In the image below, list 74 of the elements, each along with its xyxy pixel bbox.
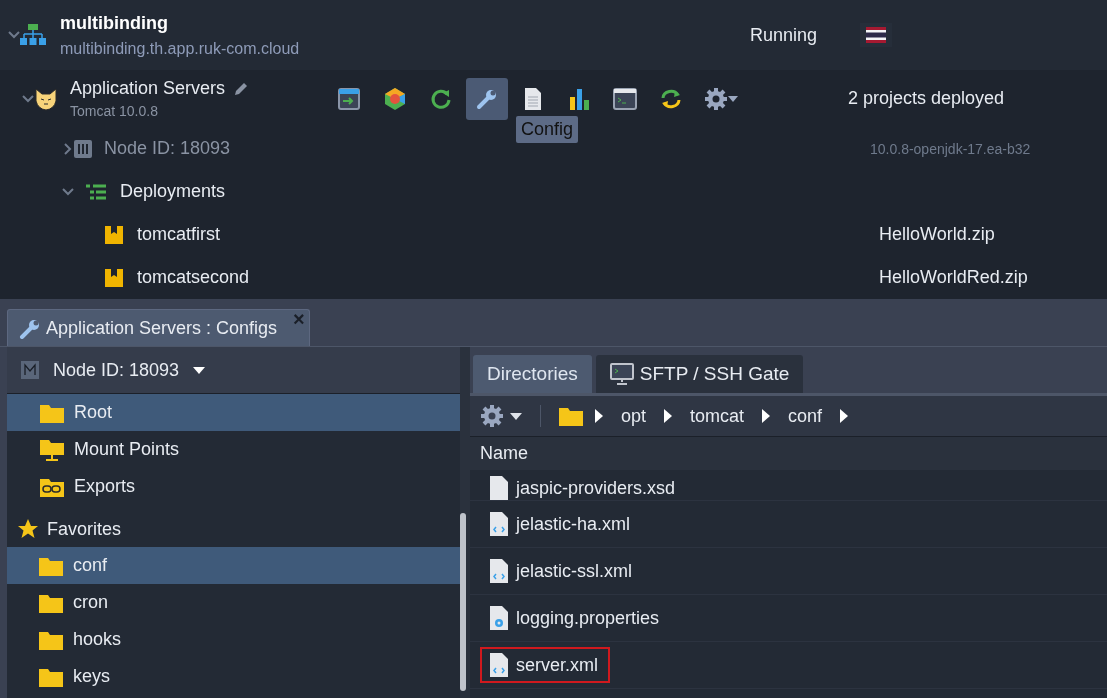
- file-icon: [490, 476, 508, 500]
- caret-icon: [193, 366, 206, 374]
- pencil-icon[interactable]: [233, 80, 250, 97]
- file-row[interactable]: jelastic-ha.xml: [480, 506, 643, 542]
- monitor-icon: [609, 363, 634, 385]
- deployment-name[interactable]: tomcatfirst: [137, 224, 879, 246]
- highlighted-file-row[interactable]: server.xml: [480, 647, 610, 683]
- folder-icon: [39, 592, 63, 613]
- node-selector[interactable]: Node ID: 18093: [7, 347, 460, 394]
- version-text: Tomcat 10.0.8: [70, 103, 159, 120]
- breadcrumb-arrow-icon[interactable]: [762, 409, 771, 423]
- tab[interactable]: SFTP / SSH Gate: [595, 355, 804, 393]
- caret-icon: [510, 412, 522, 420]
- breadcrumb-item[interactable]: tomcat: [690, 405, 745, 427]
- star-icon: [17, 518, 39, 540]
- tree-item[interactable]: Root: [7, 394, 460, 431]
- environment-domain[interactable]: multibinding.th.app.ruk-com.cloud: [60, 39, 750, 58]
- archive-name: HelloWorld.zip: [879, 224, 995, 246]
- tab[interactable]: Directories: [473, 355, 592, 393]
- list-icon: [86, 183, 106, 200]
- file-row[interactable]: jelastic-ssl.xml: [480, 553, 644, 589]
- tooltip: Config: [516, 115, 579, 143]
- hexagon-nodes-icon: [383, 86, 407, 111]
- gear-file-icon: [490, 606, 508, 630]
- folder-icon: [40, 402, 64, 423]
- code-file-icon: [490, 512, 508, 536]
- tree-item[interactable]: Exports: [7, 468, 460, 505]
- column-header[interactable]: Name: [480, 443, 528, 464]
- folder-icon: [39, 555, 63, 576]
- tree-item[interactable]: keys: [7, 658, 460, 695]
- master-node-icon: [21, 361, 39, 379]
- deployed-summary: 2 projects deployed: [848, 88, 1005, 110]
- package-icon: [105, 268, 123, 287]
- tree-item[interactable]: Mount Points: [7, 431, 460, 468]
- folder-icon[interactable]: [559, 406, 583, 426]
- settings-icon: [480, 404, 504, 428]
- tab-title: Application Servers : Configs: [46, 317, 278, 339]
- server-node-icon: [74, 139, 92, 158]
- file-row[interactable]: jaspic-providers.xsd: [480, 470, 688, 506]
- status-text: Running: [750, 24, 819, 46]
- tree-item[interactable]: cron: [7, 584, 460, 621]
- breadcrumb-arrow-icon[interactable]: [595, 409, 603, 423]
- settings-menu-button[interactable]: [480, 404, 522, 428]
- wrench-icon: [18, 317, 40, 339]
- scrollbar[interactable]: [460, 513, 466, 691]
- link-folder-icon: [40, 476, 64, 497]
- code-file-icon: [490, 653, 508, 677]
- cat-head-icon: [34, 86, 58, 111]
- breadcrumb-item[interactable]: conf: [788, 405, 823, 427]
- environment-name: multibinding: [60, 12, 169, 34]
- code-file-icon: [490, 559, 508, 583]
- deployments-label[interactable]: Deployments: [120, 181, 226, 203]
- terminal-icon: [613, 86, 637, 111]
- bar-chart-icon: [567, 86, 591, 111]
- breadcrumb-arrow-icon[interactable]: [840, 409, 849, 423]
- deployment-name[interactable]: tomcatsecond: [137, 267, 879, 289]
- favorites-label: Favorites: [47, 518, 122, 540]
- flag-icon[interactable]: [866, 27, 886, 43]
- folder-icon: [39, 629, 63, 650]
- package-icon: [105, 225, 123, 244]
- network-folder-icon: [40, 437, 64, 462]
- network-icon: [20, 24, 46, 46]
- breadcrumb-item[interactable]: opt: [621, 405, 647, 427]
- folder-icon: [39, 666, 63, 687]
- archive-name: HelloWorldRed.zip: [879, 267, 1028, 289]
- tree-item[interactable]: hooks: [7, 621, 460, 658]
- file-row[interactable]: logging.properties: [480, 600, 672, 636]
- settings-icon: [704, 86, 728, 111]
- configs-tab[interactable]: Application Servers : Configs ×: [7, 309, 310, 346]
- version-text: 10.0.8-openjdk-17.ea-b32: [870, 140, 1031, 157]
- tree-item[interactable]: conf: [7, 547, 460, 584]
- breadcrumb-arrow-icon[interactable]: [664, 409, 673, 423]
- caret-icon: [728, 95, 738, 102]
- node-group-name: Application Servers: [70, 78, 226, 100]
